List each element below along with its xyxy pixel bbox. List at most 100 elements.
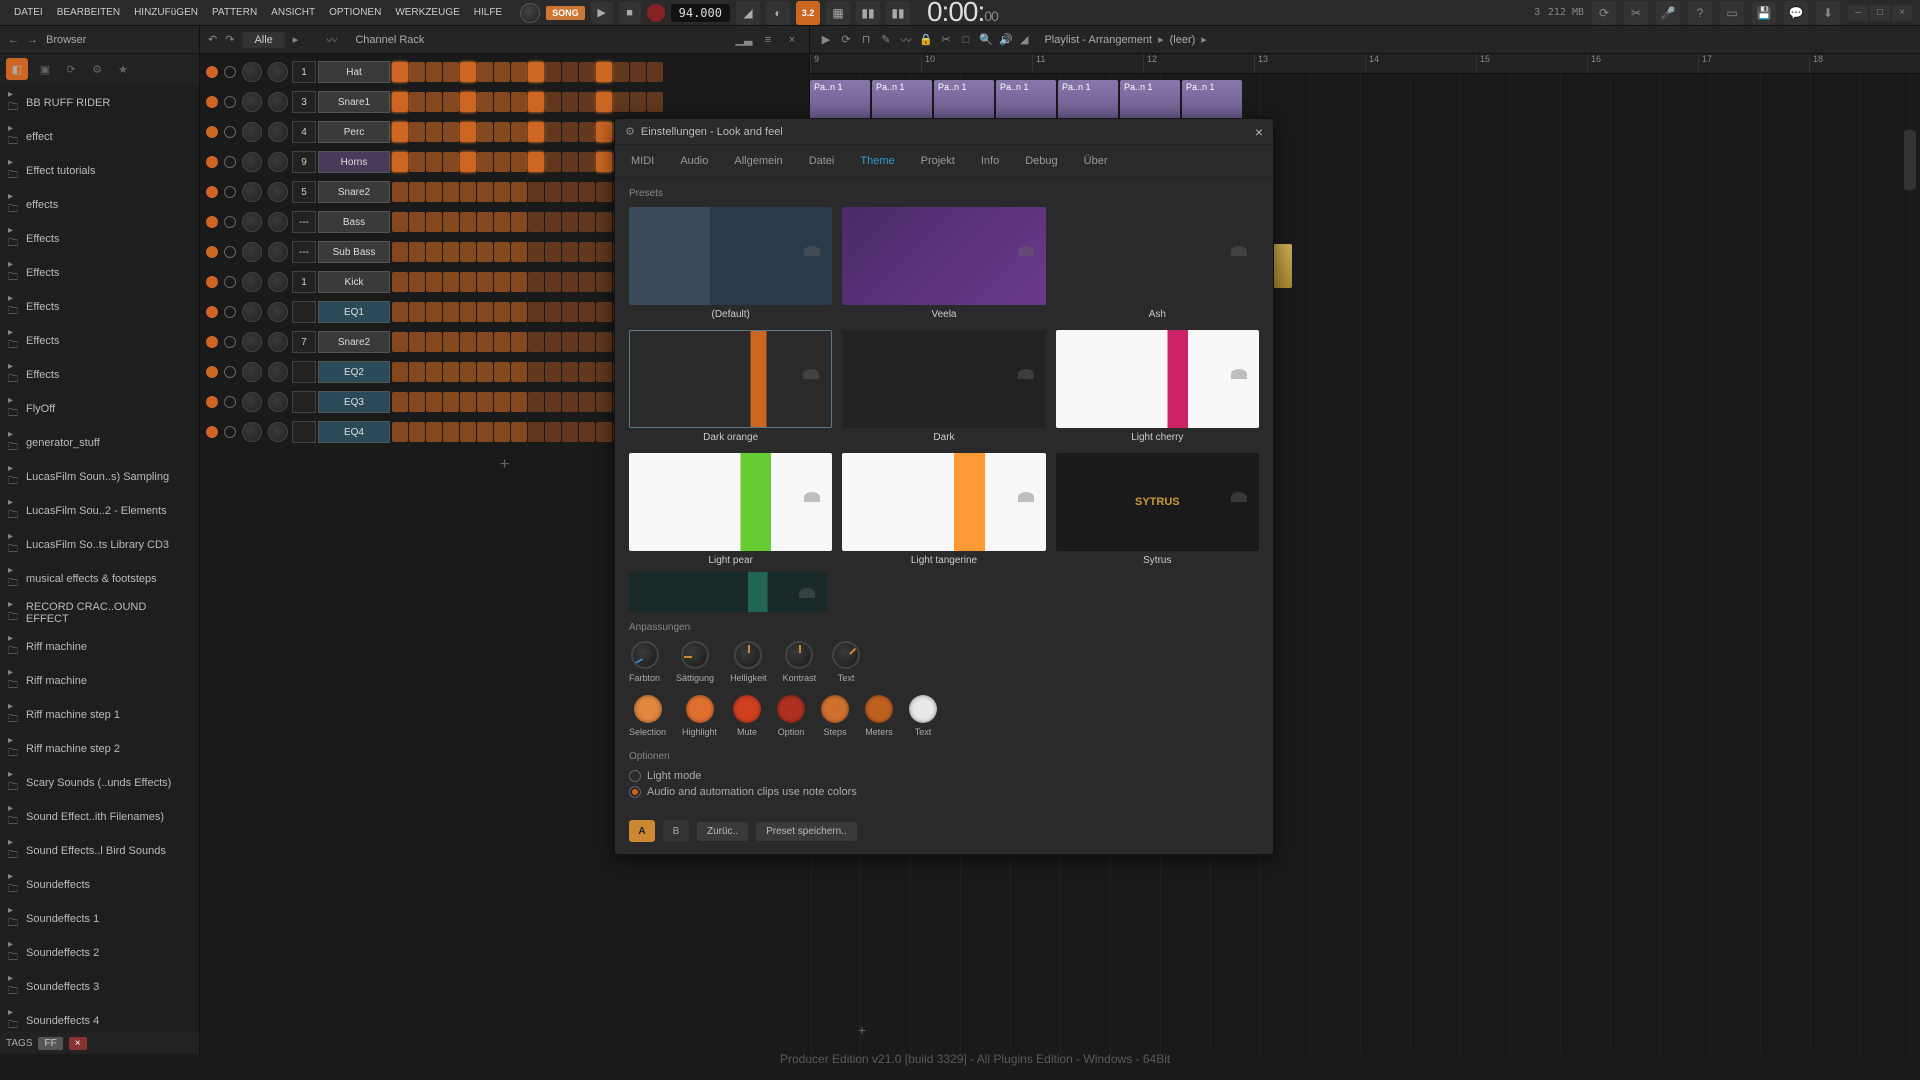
settings-tab-debug[interactable]: Debug xyxy=(1021,149,1061,173)
step-button[interactable] xyxy=(511,422,527,442)
settings-tab-theme[interactable]: Theme xyxy=(856,149,898,173)
timeline-tick[interactable]: 11 xyxy=(1032,54,1143,73)
step-button[interactable] xyxy=(511,392,527,412)
step-button[interactable] xyxy=(460,242,476,262)
channel-mute-led[interactable] xyxy=(206,246,218,258)
mode-song-badge[interactable]: SONG xyxy=(546,6,585,20)
step-button[interactable] xyxy=(579,62,595,82)
step-button[interactable] xyxy=(579,122,595,142)
bpm-display[interactable]: 94.000 xyxy=(671,4,730,22)
card-icon[interactable]: ▭ xyxy=(1720,1,1744,25)
browser-item[interactable]: ▸ 🗀musical effects & footsteps xyxy=(0,562,199,596)
timeline-tick[interactable]: 13 xyxy=(1254,54,1365,73)
step-button[interactable] xyxy=(409,332,425,352)
channel-pan-knob[interactable] xyxy=(242,122,262,142)
step-button[interactable] xyxy=(443,422,459,442)
browser-all-icon[interactable]: ◧ xyxy=(6,58,28,80)
menu-view[interactable]: ANSICHT xyxy=(265,5,321,20)
channel-pan-knob[interactable] xyxy=(242,212,262,232)
step-button[interactable] xyxy=(426,362,442,382)
step-button[interactable] xyxy=(392,362,408,382)
step-button[interactable] xyxy=(511,152,527,172)
metronome-icon[interactable]: ◢ xyxy=(736,1,760,25)
step-button[interactable] xyxy=(494,332,510,352)
channel-mute-led[interactable] xyxy=(206,276,218,288)
step-button[interactable] xyxy=(562,92,578,112)
step-button[interactable] xyxy=(545,302,561,322)
step-button[interactable] xyxy=(596,212,612,232)
channel-volume-knob[interactable] xyxy=(268,152,288,172)
browser-item[interactable]: ▸ 🗀LucasFilm Soun..s) Sampling xyxy=(0,460,199,494)
settings-tab-audio[interactable]: Audio xyxy=(676,149,712,173)
step-button[interactable] xyxy=(477,422,493,442)
help-icon[interactable]: ? xyxy=(1688,1,1712,25)
step-button[interactable] xyxy=(528,332,544,352)
step-button[interactable] xyxy=(477,182,493,202)
step-button[interactable] xyxy=(579,332,595,352)
theme-preset[interactable]: Dark xyxy=(842,330,1045,443)
theme-preset[interactable]: Light tangerine xyxy=(842,453,1045,566)
preset-thumb-extra[interactable] xyxy=(629,572,827,612)
record-button[interactable] xyxy=(647,4,665,22)
farbton-knob[interactable] xyxy=(631,641,659,669)
step-button[interactable] xyxy=(477,362,493,382)
redo-icon[interactable]: ↷ xyxy=(225,33,234,46)
menu-edit[interactable]: BEARBEITEN xyxy=(51,5,126,20)
channel-volume-knob[interactable] xyxy=(268,362,288,382)
channel-mute-led[interactable] xyxy=(206,126,218,138)
browser-item[interactable]: ▸ 🗀Effects xyxy=(0,256,199,290)
playlist-timeline[interactable]: 9101112131415161718 xyxy=(810,54,1920,74)
step-button[interactable] xyxy=(460,332,476,352)
step-button[interactable] xyxy=(545,92,561,112)
step-button[interactable] xyxy=(409,392,425,412)
step-button[interactable] xyxy=(426,212,442,232)
channel-mute-led[interactable] xyxy=(206,426,218,438)
channel-mute-led[interactable] xyxy=(206,216,218,228)
menu-tools[interactable]: WERKZEUGE xyxy=(389,5,465,20)
settings-tab-midi[interactable]: MIDI xyxy=(627,149,658,173)
channel-solo-led[interactable] xyxy=(224,216,236,228)
meters-color-swatch[interactable] xyxy=(865,695,893,723)
step-button[interactable] xyxy=(409,122,425,142)
step-button[interactable] xyxy=(579,92,595,112)
option-color-swatch[interactable] xyxy=(777,695,805,723)
step-button[interactable] xyxy=(409,62,425,82)
channel-filter-dropdown[interactable]: Alle xyxy=(242,32,284,48)
channel-solo-led[interactable] xyxy=(224,306,236,318)
menu-file[interactable]: DATEI xyxy=(8,5,49,20)
save-icon[interactable]: 💾 xyxy=(1752,1,1776,25)
theme-preset[interactable]: Light pear xyxy=(629,453,832,566)
pl-pencil-icon[interactable]: ✎ xyxy=(878,32,894,48)
browser-item[interactable]: ▸ 🗀Riff machine step 1 xyxy=(0,698,199,732)
light-mode-radio[interactable] xyxy=(629,770,641,782)
sättigung-knob[interactable] xyxy=(681,641,709,669)
channel-pan-knob[interactable] xyxy=(242,422,262,442)
compare-b-button[interactable]: B xyxy=(663,820,689,842)
step-button[interactable] xyxy=(528,122,544,142)
step-icon[interactable]: ▦ xyxy=(826,1,850,25)
channel-mute-led[interactable] xyxy=(206,66,218,78)
step-button[interactable] xyxy=(596,272,612,292)
theme-preset[interactable]: Dark orange xyxy=(629,330,832,443)
channel-route-number[interactable]: 3 xyxy=(292,91,316,113)
tag-close-icon[interactable]: × xyxy=(69,1037,87,1050)
step-button[interactable] xyxy=(545,332,561,352)
step-button[interactable] xyxy=(477,392,493,412)
channel-mute-led[interactable] xyxy=(206,396,218,408)
channel-solo-led[interactable] xyxy=(224,126,236,138)
step-button[interactable] xyxy=(477,302,493,322)
channel-pan-knob[interactable] xyxy=(242,242,262,262)
browser-reload-icon[interactable]: ⟳ xyxy=(62,63,80,76)
channel-pan-knob[interactable] xyxy=(242,302,262,322)
step-button[interactable] xyxy=(443,302,459,322)
step-button[interactable] xyxy=(460,422,476,442)
browser-item[interactable]: ▸ 🗀Riff machine step 2 xyxy=(0,732,199,766)
settings-tab-allgemein[interactable]: Allgemein xyxy=(730,149,786,173)
step-button[interactable] xyxy=(494,242,510,262)
channel-volume-knob[interactable] xyxy=(268,272,288,292)
step-button[interactable] xyxy=(392,332,408,352)
step-button[interactable] xyxy=(528,272,544,292)
step-button[interactable] xyxy=(579,392,595,412)
channel-volume-knob[interactable] xyxy=(268,242,288,262)
step-button[interactable] xyxy=(528,242,544,262)
